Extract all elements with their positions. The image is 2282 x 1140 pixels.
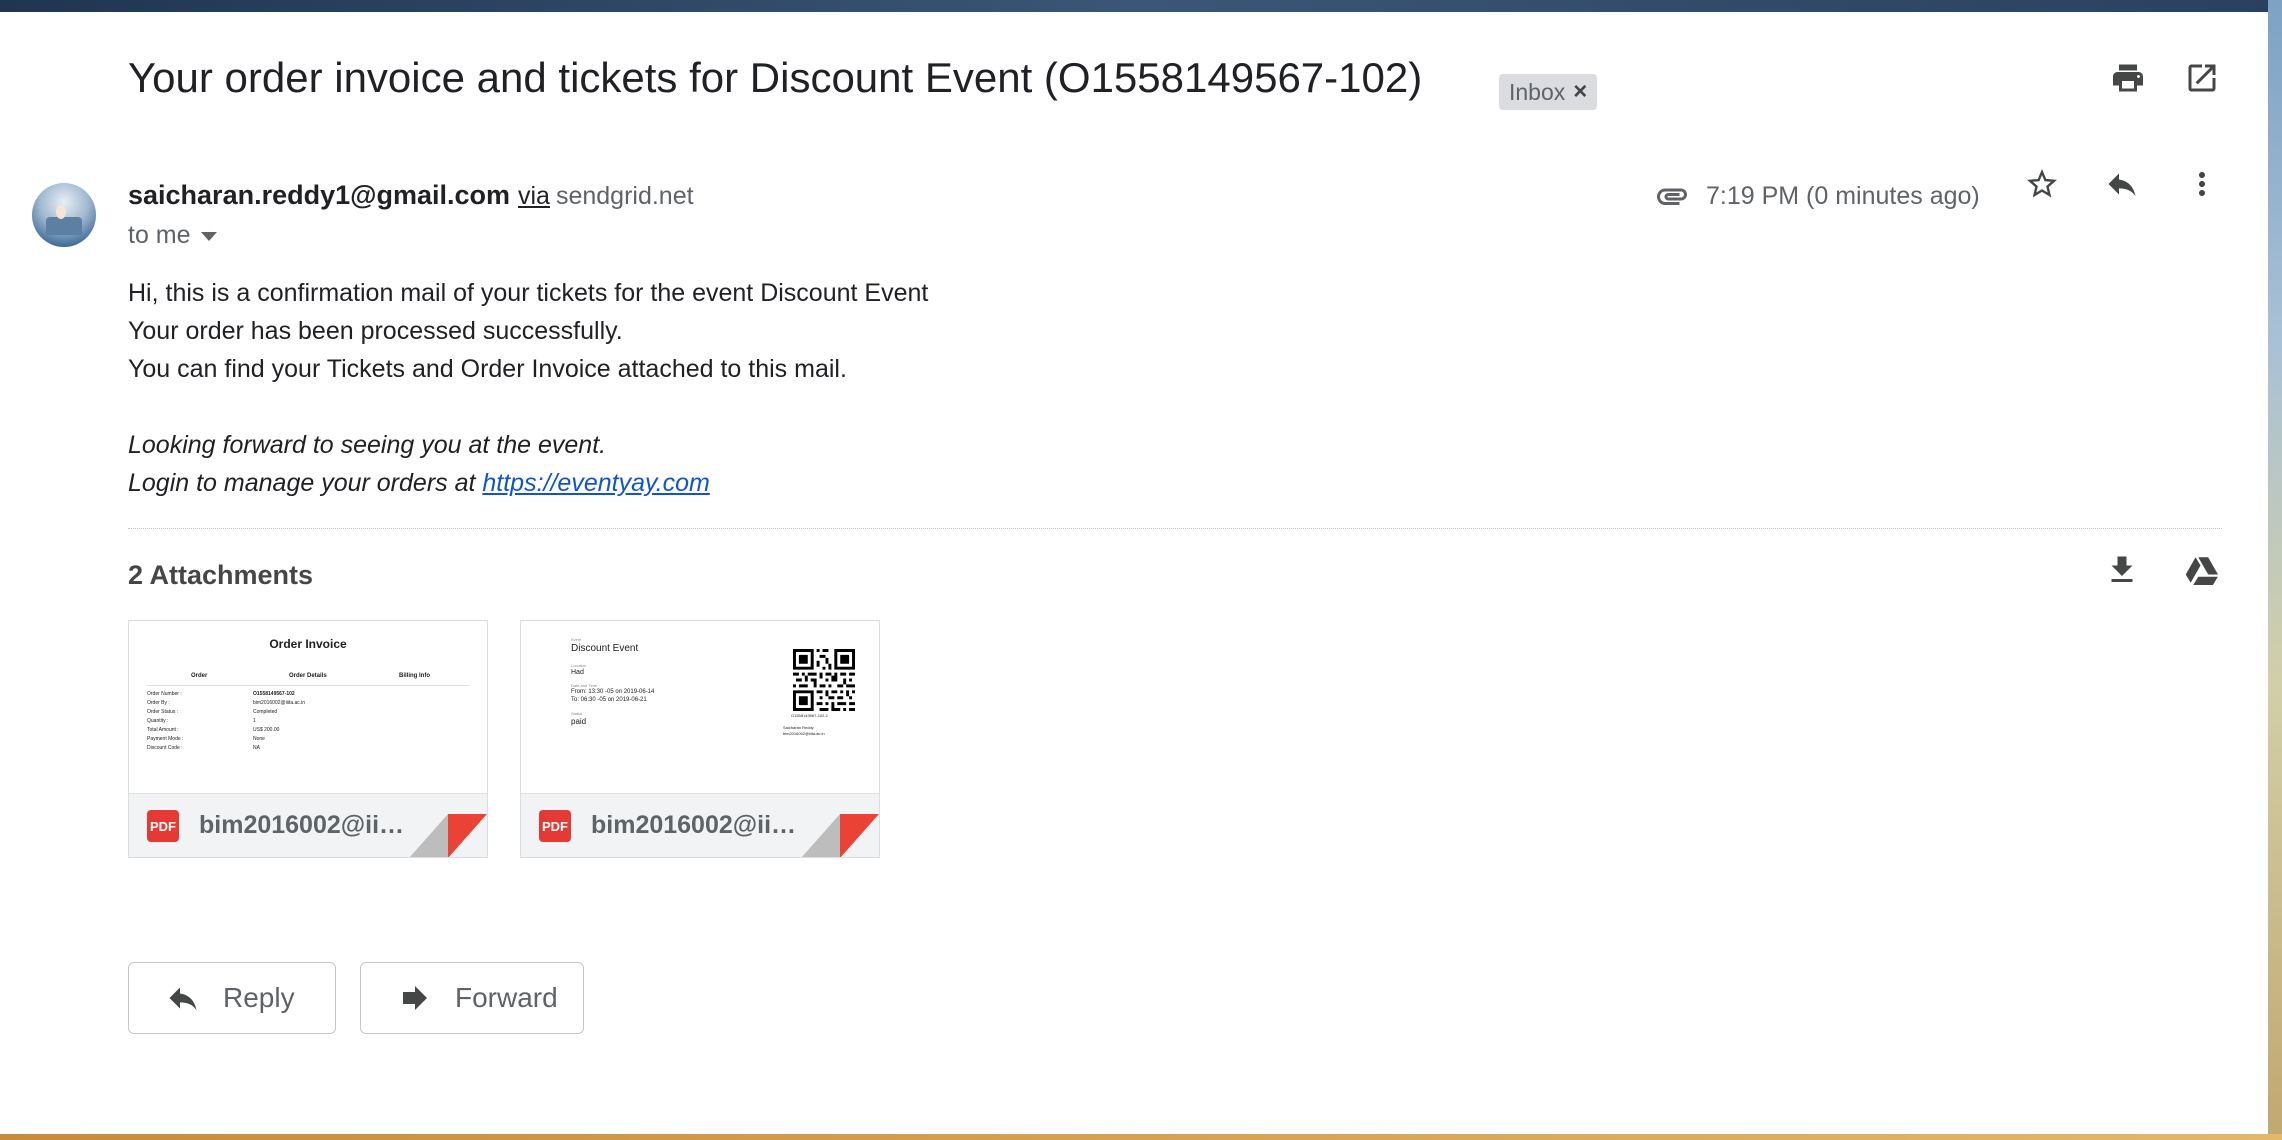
qr-code-icon	[793, 649, 855, 711]
print-icon	[2113, 64, 2143, 92]
invoice-field-value: 1	[253, 718, 256, 724]
ticket-holder-name: Saicharan Reddy	[783, 725, 814, 730]
eventyay-link[interactable]: https://eventyay.com	[482, 469, 709, 497]
save-to-drive-button[interactable]	[2180, 548, 2224, 592]
reply-icon	[2108, 173, 2136, 196]
ticket-caption: Event	[571, 637, 582, 642]
body-line: Hi, this is a confirmation mail of your …	[128, 279, 929, 307]
invoice-field-label: Total Amount :	[147, 727, 179, 733]
desktop-background-top	[0, 0, 2282, 12]
ticket-caption: Status	[571, 711, 583, 716]
page-curl-decoration	[801, 814, 840, 857]
email-body: Hi, this is a confirmation mail of your …	[128, 274, 928, 502]
via-link[interactable]: via	[518, 182, 550, 210]
desktop-background-right	[2268, 0, 2282, 1140]
attachment-filename: bim2016002@iiita....	[199, 811, 409, 839]
invoice-rule	[147, 685, 469, 686]
attachment-preview: Order Invoice Order Order Details Billin…	[129, 621, 487, 793]
ticket-to: To: 06:30 -05 on 2019-06-21	[571, 697, 647, 703]
invoice-field-label: Quantity :	[147, 718, 169, 724]
invoice-field-label: Payment Mode :	[147, 736, 184, 742]
recipient-summary: to me	[128, 221, 191, 249]
body-line-login: Login to manage your orders at https://e…	[128, 464, 928, 502]
invoice-field-label: Order By :	[147, 700, 170, 706]
via-domain: sendgrid.net	[555, 182, 694, 210]
ticket-caption: Date and Time	[571, 683, 598, 688]
attachment-indicator	[1652, 178, 1692, 214]
sender-line: saicharan.reddy1@gmail.com via sendgrid.ne…	[128, 180, 694, 211]
more-options-button[interactable]	[2180, 162, 2224, 206]
label-text: Inbox	[1509, 78, 1566, 105]
forward-action-button[interactable]: Forward	[360, 962, 584, 1034]
ticket-qr-caption: O1558149567-102-1	[791, 713, 828, 718]
ticket-location: Had	[571, 669, 584, 676]
forward-label: Forward	[455, 982, 558, 1013]
more-vertical-icon	[2199, 172, 2205, 196]
desktop-background-bottom	[0, 1134, 2282, 1140]
attachments-divider	[128, 528, 2222, 529]
attachment-preview: Event Discount Event Location Had Date a…	[521, 621, 879, 793]
ticket-from: From: 13:30 -05 on 2019-06-14	[571, 689, 655, 695]
recipient-details-toggle[interactable]: to me	[128, 221, 217, 250]
pdf-icon: PDF	[539, 810, 571, 842]
body-line: Looking forward to seeing you at the eve…	[128, 431, 607, 459]
avatar-shape	[46, 217, 82, 235]
invoice-field-value: US$ 200.00	[253, 727, 280, 733]
download-icon	[2111, 556, 2133, 582]
ticket-status: paid	[571, 717, 587, 726]
attachment-filename: bim2016002@iiita....	[591, 811, 801, 839]
page-curl-decoration	[840, 814, 879, 857]
forward-icon	[403, 986, 427, 1010]
invoice-field-value: NA	[253, 745, 260, 751]
attachments-heading: 2 Attachments	[128, 560, 314, 590]
email-view: Your order invoice and tickets for Disco…	[0, 12, 2268, 1134]
open-in-new-window-button[interactable]	[2180, 56, 2224, 100]
attachment-footer: PDF bim2016002@iiita....	[129, 793, 487, 857]
body-line: Your order has been processed successful…	[128, 317, 623, 345]
invoice-col-header: Order	[191, 673, 208, 679]
reply-icon	[169, 987, 197, 1010]
google-drive-icon	[2185, 557, 2219, 585]
email-timestamp: 7:19 PM (0 minutes ago)	[1706, 182, 1980, 210]
star-icon	[2027, 169, 2057, 198]
invoice-col-header: Billing Info	[399, 673, 430, 679]
attachment-footer: PDF bim2016002@iiita....	[521, 793, 879, 857]
invoice-field-label: Order Status :	[147, 709, 179, 715]
sender-email[interactable]: saicharan.reddy1@gmail.com	[128, 180, 510, 210]
chevron-down-icon	[200, 232, 217, 241]
print-button[interactable]	[2106, 56, 2150, 100]
attachment-card-invoice[interactable]: Order Invoice Order Order Details Billin…	[128, 620, 488, 858]
star-button[interactable]	[2020, 162, 2064, 206]
login-text: Login to manage your orders at	[128, 469, 483, 497]
invoice-field-value: None	[253, 736, 265, 742]
pdf-icon: PDF	[147, 810, 179, 842]
sender-avatar[interactable]	[32, 183, 96, 247]
ticket-event-name: Discount Event	[571, 643, 639, 654]
reply-label: Reply	[223, 982, 295, 1013]
invoice-field-label: Order Number :	[147, 691, 182, 697]
email-subject: Your order invoice and tickets for Disco…	[128, 54, 1423, 101]
invoice-field-value: Completed	[253, 709, 278, 715]
ticket-holder-email: bim2016002@iiita.ac.in	[783, 731, 825, 736]
inbox-label-chip: Inbox ×	[1499, 74, 1598, 110]
attachment-card-ticket[interactable]: Event Discount Event Location Had Date a…	[520, 620, 880, 858]
body-line: You can find your Tickets and Order Invo…	[128, 355, 847, 383]
reply-button[interactable]	[2100, 162, 2144, 206]
reply-action-button[interactable]: Reply	[128, 962, 336, 1034]
page-curl-decoration	[448, 814, 487, 857]
invoice-col-header: Order Details	[289, 673, 327, 679]
open-in-new-window-icon	[2188, 64, 2216, 92]
invoice-field-value: O1558149567-102	[253, 691, 295, 697]
invoice-field-label: Discount Code :	[147, 745, 183, 751]
ticket-caption: Location	[571, 663, 587, 668]
avatar-shape	[56, 205, 66, 219]
invoice-field-value: bim2016002@iiita.ac.in	[253, 700, 306, 706]
download-all-button[interactable]	[2100, 548, 2144, 592]
page-curl-decoration	[409, 814, 448, 857]
paperclip-icon	[1657, 188, 1687, 205]
invoice-title: Order Invoice	[269, 637, 347, 651]
remove-label-button[interactable]: ×	[1573, 78, 1587, 106]
